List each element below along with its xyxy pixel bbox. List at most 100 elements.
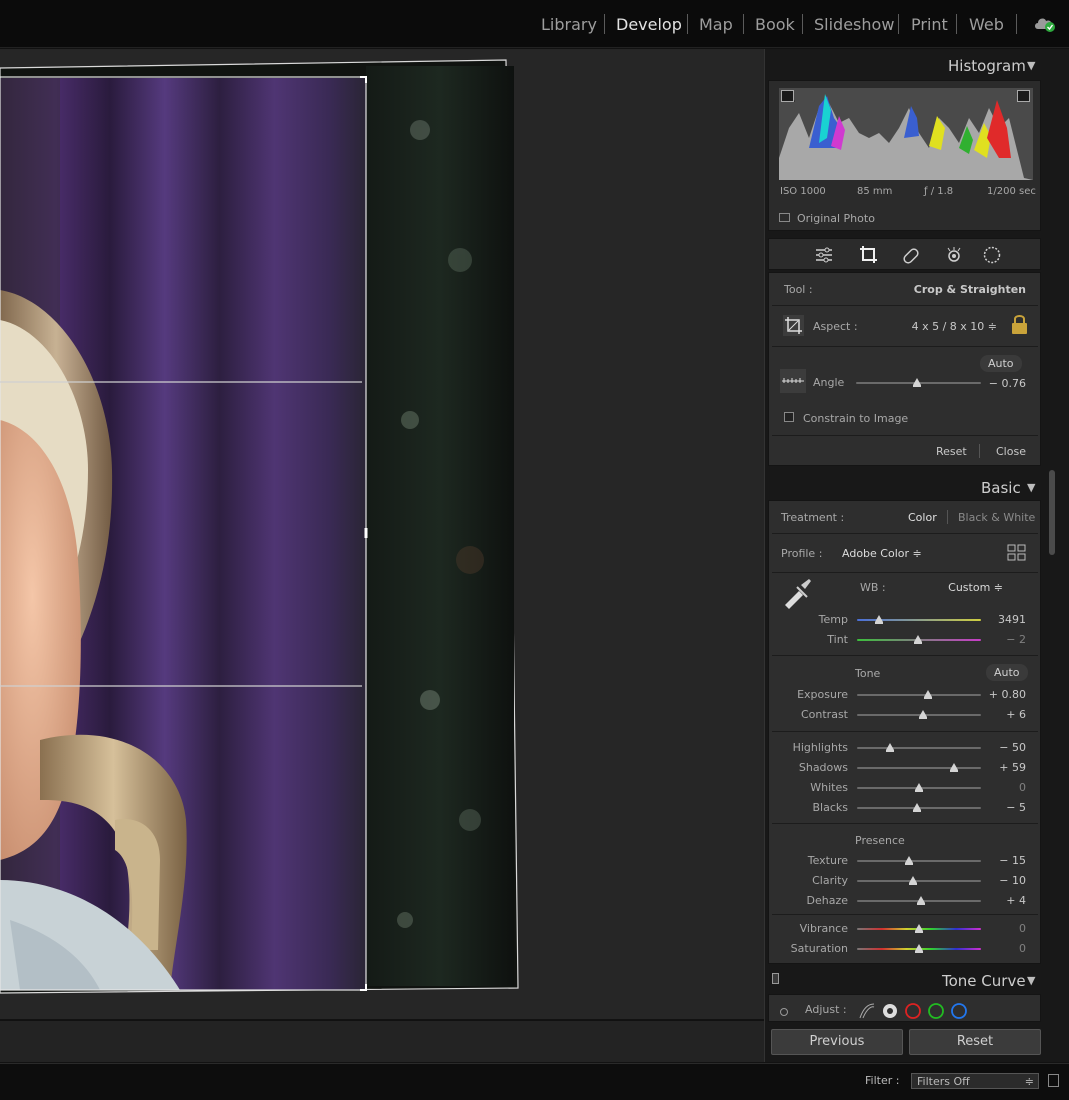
- temp-slider-thumb[interactable]: [875, 615, 884, 624]
- highlight-clipping-icon[interactable]: [1017, 90, 1030, 102]
- texture-slider-thumb[interactable]: [905, 856, 914, 865]
- target-adjust-icon[interactable]: [780, 1008, 788, 1016]
- panel-scrollbar[interactable]: [1049, 470, 1055, 555]
- saturation-slider-thumb[interactable]: [915, 944, 923, 953]
- tint-value[interactable]: − 2: [1006, 633, 1026, 646]
- constrain-label: Constrain to Image: [803, 412, 909, 425]
- constrain-checkbox[interactable]: [784, 412, 794, 422]
- filter-label: Filter :: [865, 1074, 900, 1087]
- exif-shutter: 1/200 sec: [987, 186, 1036, 197]
- redeye-icon[interactable]: [944, 246, 964, 264]
- vibrance-slider-thumb[interactable]: [915, 924, 923, 933]
- module-slideshow[interactable]: Slideshow: [814, 15, 894, 34]
- tone-curve-header[interactable]: Tone Curve: [942, 972, 1026, 990]
- wb-dropdown[interactable]: Custom ≑: [948, 581, 1003, 594]
- clarity-value[interactable]: − 10: [999, 874, 1026, 887]
- exif-focal-length: 85 mm: [857, 186, 893, 197]
- module-web[interactable]: Web: [969, 15, 1004, 34]
- divider: [772, 305, 1038, 306]
- whites-value[interactable]: 0: [1019, 781, 1026, 794]
- module-library[interactable]: Library: [541, 15, 597, 34]
- shadows-slider[interactable]: [857, 767, 981, 769]
- histogram-header[interactable]: Histogram: [948, 57, 1026, 75]
- exposure-value[interactable]: + 0.80: [989, 688, 1026, 701]
- tone-auto-button[interactable]: Auto: [986, 664, 1028, 681]
- sliders-icon[interactable]: [815, 246, 833, 264]
- module-book[interactable]: Book: [755, 15, 795, 34]
- texture-slider[interactable]: [857, 860, 981, 862]
- temp-value[interactable]: 3491: [998, 613, 1026, 626]
- filter-lock-icon[interactable]: [1048, 1074, 1059, 1087]
- contrast-slider-thumb[interactable]: [918, 710, 927, 719]
- lock-icon[interactable]: [1011, 314, 1028, 335]
- texture-value[interactable]: − 15: [999, 854, 1026, 867]
- eyedropper-icon[interactable]: [781, 577, 813, 609]
- shadows-slider-thumb[interactable]: [949, 763, 958, 772]
- blacks-slider-thumb[interactable]: [912, 803, 921, 812]
- healing-icon[interactable]: [902, 247, 920, 265]
- angle-label: Angle: [813, 376, 845, 389]
- module-picker-bar: Library Develop Map Book Slideshow Print…: [0, 0, 1069, 48]
- tint-slider-thumb[interactable]: [913, 635, 922, 644]
- exposure-slider-thumb[interactable]: [923, 690, 932, 699]
- blacks-value[interactable]: − 5: [1006, 801, 1026, 814]
- angle-slider-thumb[interactable]: [913, 378, 922, 387]
- panel-switch-icon[interactable]: [772, 973, 779, 984]
- original-photo-label: Original Photo: [797, 212, 875, 225]
- original-photo-checkbox[interactable]: [779, 213, 790, 222]
- module-separator: [604, 14, 605, 34]
- reset-button[interactable]: Reset: [909, 1029, 1041, 1055]
- divider: [772, 655, 1038, 656]
- collapse-triangle-icon[interactable]: ▼: [1027, 974, 1035, 987]
- highlights-slider-thumb[interactable]: [886, 743, 895, 752]
- crop-reset-button[interactable]: Reset: [936, 445, 967, 458]
- module-separator: [956, 14, 957, 34]
- divider: [772, 914, 1038, 915]
- dehaze-slider-thumb[interactable]: [917, 896, 926, 905]
- angle-value[interactable]: − 0.76: [989, 377, 1026, 390]
- clarity-slider[interactable]: [857, 880, 981, 882]
- profile-dropdown[interactable]: Adobe Color ≑: [842, 547, 922, 560]
- adjust-label: Adjust :: [805, 1003, 847, 1016]
- crop-close-button[interactable]: Close: [996, 445, 1026, 458]
- image-viewer[interactable]: [0, 49, 764, 1019]
- collapse-triangle-icon[interactable]: ▼: [1027, 481, 1035, 494]
- crop-frame-icon[interactable]: [783, 315, 804, 336]
- photo-canvas[interactable]: [0, 49, 764, 1019]
- masking-icon[interactable]: [983, 246, 1001, 264]
- exposure-slider[interactable]: [857, 694, 981, 696]
- straighten-tool-icon[interactable]: [780, 369, 806, 393]
- module-map[interactable]: Map: [699, 15, 733, 34]
- basic-header[interactable]: Basic: [981, 479, 1021, 497]
- toolbar-strip: [0, 1020, 764, 1062]
- treatment-color-button[interactable]: Color: [908, 511, 937, 524]
- clarity-slider-thumb[interactable]: [908, 876, 917, 885]
- aspect-dropdown[interactable]: 4 x 5 / 8 x 10 ≑: [912, 320, 997, 333]
- exif-aperture: ƒ / 1.8: [924, 186, 954, 197]
- module-develop[interactable]: Develop: [616, 15, 682, 34]
- vibrance-label: Vibrance: [799, 922, 848, 935]
- previous-button[interactable]: Previous: [771, 1029, 903, 1055]
- texture-label: Texture: [807, 854, 848, 867]
- collapse-triangle-icon[interactable]: ▼: [1027, 59, 1035, 72]
- filter-dropdown[interactable]: Filters Off ≑: [911, 1073, 1039, 1089]
- divider: [772, 435, 1038, 436]
- curve-channel-selector[interactable]: [858, 1002, 968, 1020]
- highlights-value[interactable]: − 50: [999, 741, 1026, 754]
- highlights-label: Highlights: [792, 741, 848, 754]
- whites-slider-thumb[interactable]: [915, 783, 923, 792]
- shadows-value[interactable]: + 59: [999, 761, 1026, 774]
- vibrance-value[interactable]: 0: [1019, 922, 1026, 935]
- shadow-clipping-icon[interactable]: [781, 90, 794, 102]
- highlights-slider[interactable]: [857, 747, 981, 749]
- dehaze-value[interactable]: + 4: [1006, 894, 1026, 907]
- contrast-value[interactable]: + 6: [1006, 708, 1026, 721]
- contrast-label: Contrast: [800, 708, 848, 721]
- module-print[interactable]: Print: [911, 15, 948, 34]
- crop-icon[interactable]: [859, 245, 878, 264]
- treatment-bw-button[interactable]: Black & White: [958, 511, 1035, 524]
- saturation-value[interactable]: 0: [1019, 942, 1026, 955]
- angle-auto-button[interactable]: Auto: [980, 355, 1022, 372]
- cloud-sync-icon[interactable]: [1033, 15, 1057, 33]
- profile-browser-icon[interactable]: [1007, 544, 1027, 562]
